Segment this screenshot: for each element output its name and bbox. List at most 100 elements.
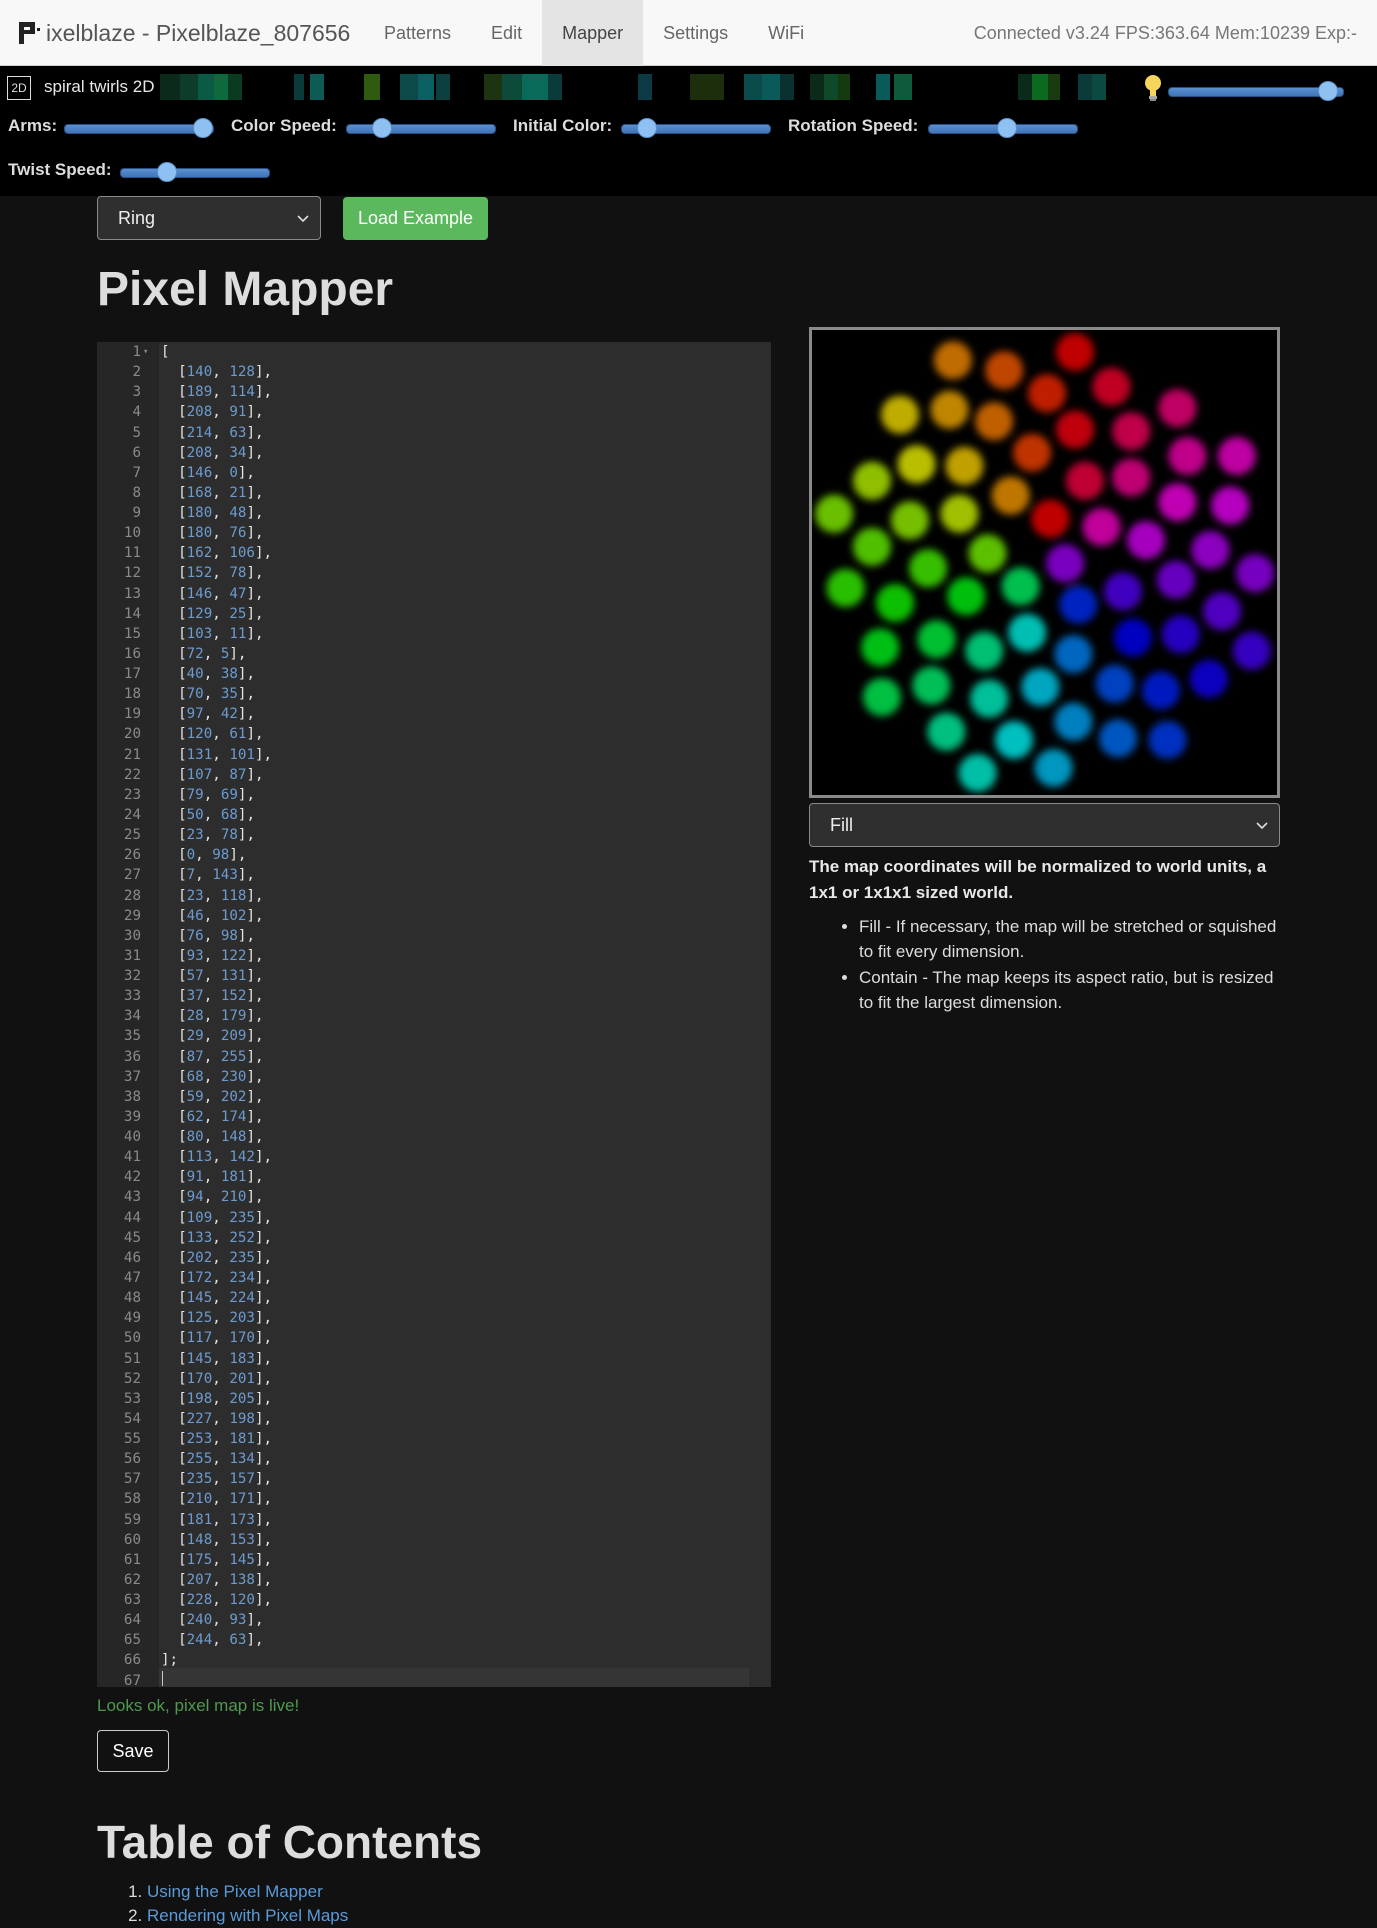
code-line: 34 [28, 179], bbox=[97, 1006, 771, 1026]
coord-y: 63 bbox=[229, 424, 247, 441]
code-line: 39 [62, 174], bbox=[97, 1107, 771, 1127]
pixel-swatch bbox=[894, 74, 912, 100]
code-line: 53 [198, 205], bbox=[97, 1389, 771, 1409]
line-number: 30 bbox=[123, 927, 141, 944]
initial-color-label: Initial Color: bbox=[513, 116, 613, 135]
arms-slider[interactable] bbox=[64, 118, 214, 138]
code-line: 56 [255, 134], bbox=[97, 1449, 771, 1469]
tab-settings[interactable]: Settings bbox=[643, 0, 748, 66]
pixel-swatch bbox=[876, 74, 890, 100]
code-text: [170, 201], bbox=[161, 1370, 273, 1387]
code-line: 30 [76, 98], bbox=[97, 926, 771, 946]
rotation-speed-slider[interactable] bbox=[928, 118, 1078, 138]
line-number: 29 bbox=[123, 907, 141, 924]
code-text: [210, 171], bbox=[161, 1491, 273, 1508]
line-number: 13 bbox=[123, 585, 141, 602]
coord-y: 47 bbox=[229, 585, 247, 602]
map-point bbox=[1141, 671, 1180, 710]
slider-thumb[interactable] bbox=[372, 118, 393, 138]
code-line: 55 [253, 181], bbox=[97, 1429, 771, 1449]
coord-x: 80 bbox=[186, 1129, 204, 1146]
load-example-button[interactable]: Load Example bbox=[343, 197, 488, 240]
line-number: 17 bbox=[123, 666, 141, 683]
brand[interactable]: ixelblaze - Pixelblaze_807656 bbox=[18, 18, 350, 48]
map-point bbox=[1046, 544, 1085, 583]
save-button[interactable]: Save bbox=[97, 1730, 169, 1772]
code-line: 3 [189, 114], bbox=[97, 382, 771, 402]
initial-color-slider[interactable] bbox=[621, 118, 771, 138]
coord-x: 180 bbox=[186, 505, 213, 522]
code-line: 26 [0, 98], bbox=[97, 845, 771, 865]
code-line: 9 [180, 48], bbox=[97, 503, 771, 523]
toc-link-rendering[interactable]: Rendering with Pixel Maps bbox=[147, 1906, 348, 1925]
slider-thumb[interactable] bbox=[156, 162, 177, 182]
line-number: 14 bbox=[123, 605, 141, 622]
code-editor[interactable]: 1 ▾[2 [140, 128], 3 [189, 114], 4 [208, 91]… bbox=[97, 342, 771, 1687]
slider-thumb[interactable] bbox=[1318, 81, 1339, 101]
map-point bbox=[1054, 635, 1093, 674]
coord-y: 205 bbox=[229, 1390, 255, 1407]
code-line: 19 [97, 42], bbox=[97, 704, 771, 724]
coord-y: 224 bbox=[229, 1290, 255, 1307]
example-select[interactable]: Ring bbox=[97, 196, 321, 240]
fold-arrow-icon[interactable]: ▾ bbox=[143, 342, 148, 362]
slider-thumb[interactable] bbox=[193, 118, 214, 138]
code-text: [214, 63], bbox=[161, 424, 264, 441]
code-line: 33 [37, 152], bbox=[97, 986, 771, 1006]
line-number: 33 bbox=[123, 988, 141, 1005]
toc-item: Using the Pixel Mapper bbox=[147, 1880, 348, 1904]
map-point bbox=[826, 569, 865, 608]
code-line: 67 bbox=[97, 1671, 771, 1687]
tab-patterns[interactable]: Patterns bbox=[364, 0, 471, 66]
map-point bbox=[1013, 433, 1052, 472]
code-line: 24 [50, 68], bbox=[97, 805, 771, 825]
map-point bbox=[1112, 412, 1151, 451]
coord-y: 11 bbox=[229, 625, 247, 642]
normalize-select[interactable]: Fill bbox=[809, 803, 1280, 847]
code-text: [50, 68], bbox=[161, 806, 255, 823]
code-line: 4 [208, 91], bbox=[97, 402, 771, 422]
code-line: 41 [113, 142], bbox=[97, 1147, 771, 1167]
coord-x: 240 bbox=[186, 1612, 213, 1629]
coord-x: 94 bbox=[186, 1189, 204, 1206]
slider-thumb[interactable] bbox=[636, 118, 657, 138]
code-text: [79, 69], bbox=[161, 786, 255, 803]
code-line: 32 [57, 131], bbox=[97, 966, 771, 986]
code-text: [37, 152], bbox=[161, 988, 264, 1005]
coord-x: 214 bbox=[186, 424, 213, 441]
tab-mapper[interactable]: Mapper bbox=[542, 0, 644, 66]
code-line: 17 [40, 38], bbox=[97, 664, 771, 684]
brightness-slider[interactable] bbox=[1168, 81, 1344, 101]
coord-x: 162 bbox=[186, 545, 213, 562]
code-line: 63 [228, 120], bbox=[97, 1590, 771, 1610]
coord-x: 208 bbox=[186, 444, 213, 461]
code-text: [68, 230], bbox=[161, 1068, 264, 1085]
color-speed-slider[interactable] bbox=[346, 118, 496, 138]
code-line: 59 [181, 173], bbox=[97, 1510, 771, 1530]
code-line: 22 [107, 87], bbox=[97, 765, 771, 785]
2d-badge: 2D bbox=[7, 76, 31, 100]
toc-link-using[interactable]: Using the Pixel Mapper bbox=[147, 1882, 323, 1901]
coord-x: 145 bbox=[186, 1290, 213, 1307]
coord-y: 252 bbox=[229, 1229, 255, 1246]
coord-y: 25 bbox=[229, 605, 247, 622]
map-point bbox=[1056, 333, 1094, 371]
coord-y: 35 bbox=[220, 686, 238, 703]
code-text: [145, 183], bbox=[161, 1350, 273, 1367]
line-number: 26 bbox=[123, 847, 141, 864]
twist-speed-slider[interactable] bbox=[120, 162, 270, 182]
map-point bbox=[1189, 659, 1228, 698]
map-point bbox=[965, 631, 1004, 670]
map-point bbox=[1056, 410, 1094, 449]
code-text: [129, 25], bbox=[161, 605, 264, 622]
tab-wifi[interactable]: WiFi bbox=[748, 0, 824, 66]
tab-edit[interactable]: Edit bbox=[471, 0, 542, 66]
slider-thumb[interactable] bbox=[996, 118, 1017, 138]
line-number: 24 bbox=[123, 806, 141, 823]
map-point bbox=[1203, 592, 1241, 631]
pixelblaze-logo-icon bbox=[18, 22, 40, 44]
line-number: 6 bbox=[132, 444, 141, 461]
line-number: 42 bbox=[123, 1169, 141, 1186]
map-point bbox=[968, 534, 1007, 573]
line-number: 3 bbox=[132, 384, 141, 401]
